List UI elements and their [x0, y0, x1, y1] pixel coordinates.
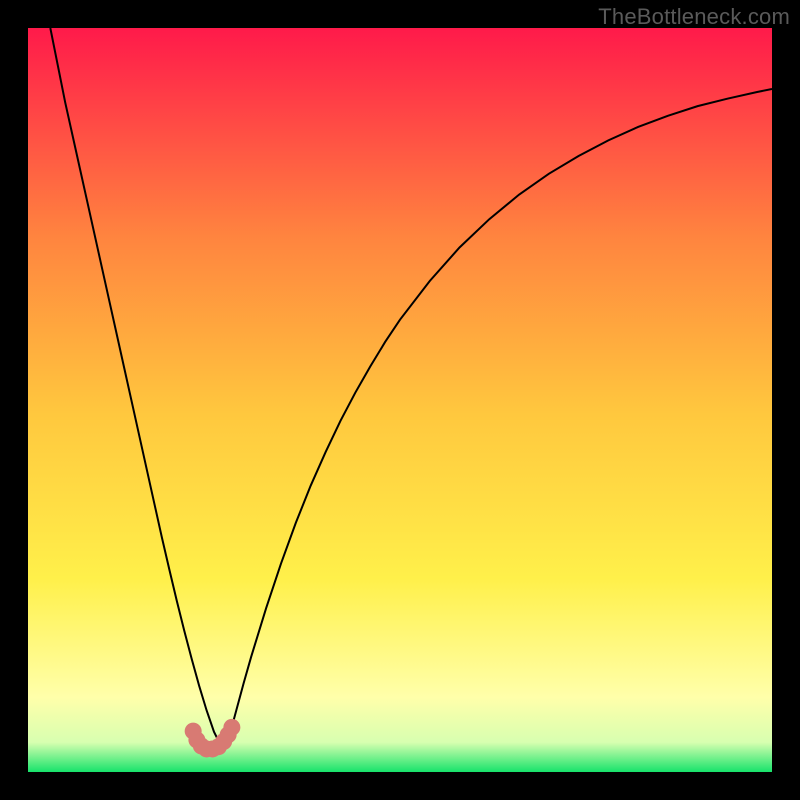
curve-layer	[28, 28, 772, 772]
chart-stage: TheBottleneck.com	[0, 0, 800, 800]
bottleneck-curve	[50, 28, 772, 747]
watermark-text: TheBottleneck.com	[598, 4, 790, 30]
plot-area	[28, 28, 772, 772]
fit-marker	[223, 719, 240, 736]
